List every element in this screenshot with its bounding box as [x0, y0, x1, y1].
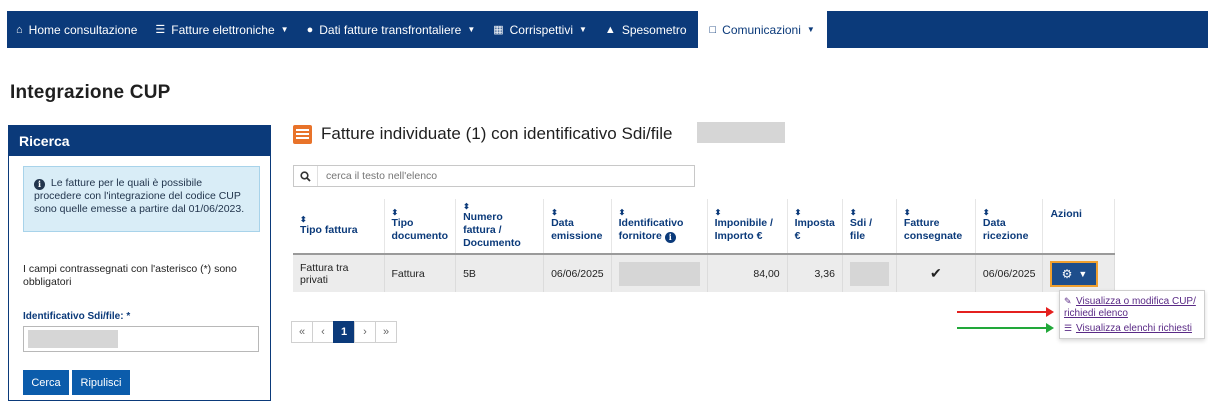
column-header[interactable]: ⬍ Imposta €: [787, 199, 843, 255]
sort-icon: ⬍: [714, 208, 722, 217]
annotation-arrow-green: [957, 323, 1054, 333]
table-filter-input[interactable]: [318, 170, 688, 182]
sort-icon: ⬍: [794, 208, 802, 217]
nav-label: Home consultazione: [28, 22, 138, 37]
search-panel-title: Ricerca: [9, 126, 270, 156]
actions-menu: ✎ Visualizza o modifica CUP/ richiedi ele…: [1059, 290, 1205, 339]
redacted-value: [849, 261, 889, 286]
sort-icon: ⬍: [551, 208, 558, 217]
sort-icon: ⬍: [300, 214, 307, 224]
column-header[interactable]: ⬍ Data ricezione: [975, 199, 1044, 255]
gear-icon: ⚙: [1061, 266, 1073, 281]
annotation-arrow-red: [957, 307, 1054, 317]
redacted-value: [28, 330, 118, 348]
file-icon: □: [709, 23, 717, 36]
cell-tipo-fattura: Fattura tra privati: [293, 254, 385, 292]
nav-fatture-elettroniche[interactable]: ☰ Fatture elettroniche ▼: [146, 11, 297, 48]
column-header[interactable]: ⬍ Tipo fattura: [293, 199, 385, 255]
globe-icon: ●: [306, 23, 314, 36]
cell-data-emissione: 06/06/2025: [543, 254, 612, 292]
cell-azioni: ⚙ ▼: [1042, 254, 1116, 292]
prev-page-button[interactable]: ‹: [312, 321, 334, 343]
search-button[interactable]: Cerca: [23, 370, 69, 395]
list-icon: [293, 124, 312, 144]
required-fields-note: I campi contrassegnati con l'asterisco (…: [23, 263, 237, 288]
redacted-sdi-id: [697, 122, 785, 143]
menu-item-visualizza-elenchi[interactable]: ☰ Visualizza elenchi richiesti: [1064, 322, 1192, 335]
sort-icon: ⬍: [463, 201, 470, 211]
chevron-down-icon: ▼: [1078, 268, 1088, 279]
cell-imposta: 3,36: [787, 254, 843, 292]
pencil-icon: ✎: [1064, 296, 1072, 306]
nav-label: Fatture elettroniche: [171, 22, 275, 37]
nav-spesometro[interactable]: ▲ Spesometro: [596, 11, 696, 48]
caret-down-icon: ▼: [806, 25, 815, 34]
sort-icon: ⬍: [849, 208, 857, 217]
column-header[interactable]: ⬍ Fatture consegnate: [896, 199, 976, 255]
document-icon: ☰: [155, 24, 166, 36]
cell-sdi-file: [842, 254, 897, 292]
page-title: Integrazione CUP: [10, 82, 171, 103]
home-icon: ⌂: [16, 23, 23, 36]
search-icon: [294, 166, 318, 186]
sdi-file-label: Identificativo Sdi/file: *: [23, 311, 131, 322]
bag-icon: ▲: [604, 23, 616, 36]
nav-label: Corrispettivi: [509, 22, 573, 37]
caret-down-icon: ▼: [280, 25, 289, 34]
nav-label: Spesometro: [621, 22, 687, 37]
sort-icon: ⬍: [982, 208, 990, 217]
cell-data-ricezione: 06/06/2025: [975, 254, 1044, 292]
nav-home-consultazione[interactable]: ⌂ Home consultazione: [7, 11, 146, 48]
cell-consegnata: ✔: [896, 254, 976, 292]
nav-label: Comunicazioni: [722, 22, 801, 37]
column-header[interactable]: ⬍ Sdi / file: [842, 199, 897, 255]
info-alert: i Le fatture per le quali è possibile pr…: [23, 166, 260, 232]
column-header[interactable]: ⬍ Tipo documento: [384, 199, 457, 255]
results-heading: Fatture individuate (1) con identificati…: [293, 124, 673, 144]
nav-label: Dati fatture transfrontaliere: [319, 22, 462, 37]
redacted-value: [618, 261, 700, 286]
menu-item-label: Visualizza o modifica CUP/ richiedi elen…: [1064, 296, 1196, 319]
cell-tipo-documento: Fattura: [384, 254, 457, 292]
check-icon: ✔: [930, 265, 942, 281]
results-table: ⬍ Tipo fattura ⬍ Tipo documento ⬍ Numero fa…: [293, 199, 1116, 292]
table-filter: [293, 165, 695, 187]
caret-down-icon: ▼: [579, 25, 587, 34]
cell-identificativo-fornitore: [611, 254, 708, 292]
actions-dropdown-button[interactable]: ⚙ ▼: [1050, 260, 1099, 287]
sdi-file-input[interactable]: [23, 326, 259, 352]
cell-numero: 5B: [455, 254, 545, 292]
sort-icon: ⬍: [391, 208, 399, 217]
top-navigation: ⌂ Home consultazione ☰ Fatture elettroni…: [7, 11, 1208, 48]
page-number-current[interactable]: 1: [333, 321, 355, 343]
column-header[interactable]: ⬍ Data emissione: [543, 199, 612, 255]
column-header[interactable]: ⬍ Identificativo fornitore i: [611, 199, 708, 255]
calculator-icon: ▦: [493, 24, 504, 36]
info-icon[interactable]: i: [664, 232, 676, 243]
menu-item-visualizza-modifica-cup[interactable]: ✎ Visualizza o modifica CUP/ richiedi ele…: [1064, 295, 1204, 320]
info-text: Le fatture per le quali è possibile proc…: [34, 177, 245, 215]
results-title: Fatture individuate (1) con identificati…: [321, 124, 673, 143]
first-page-button[interactable]: «: [291, 321, 313, 343]
table-row: Fattura tra privati Fattura 5B 06/06/202…: [293, 254, 1116, 292]
caret-down-icon: ▼: [467, 25, 476, 34]
next-page-button[interactable]: ›: [354, 321, 376, 343]
column-header[interactable]: ⬍ Imponibile / Importo €: [707, 199, 788, 255]
search-panel: Ricerca i Le fatture per le quali è poss…: [8, 125, 271, 401]
menu-item-label: Visualizza elenchi richiesti: [1076, 323, 1192, 334]
last-page-button[interactable]: »: [375, 321, 397, 343]
info-icon: i: [34, 179, 45, 190]
sort-icon: ⬍: [903, 208, 911, 217]
nav-corrispettivi[interactable]: ▦ Corrispettivi ▼: [484, 11, 596, 48]
nav-comunicazioni[interactable]: □ Comunicazioni ▼: [697, 11, 827, 48]
pagination: « ‹ 1 › »: [291, 321, 397, 343]
column-header-azioni: Azioni: [1042, 199, 1116, 255]
reset-button[interactable]: Ripulisci: [72, 370, 130, 395]
sort-icon: ⬍: [618, 208, 626, 217]
nav-dati-fatture-transfrontaliere[interactable]: ● Dati fatture transfrontaliere ▼: [298, 11, 485, 48]
cell-imponibile: 84,00: [707, 254, 788, 292]
list-icon: ☰: [1064, 323, 1073, 333]
column-header[interactable]: ⬍ Numero fattura / Documento: [455, 199, 545, 255]
